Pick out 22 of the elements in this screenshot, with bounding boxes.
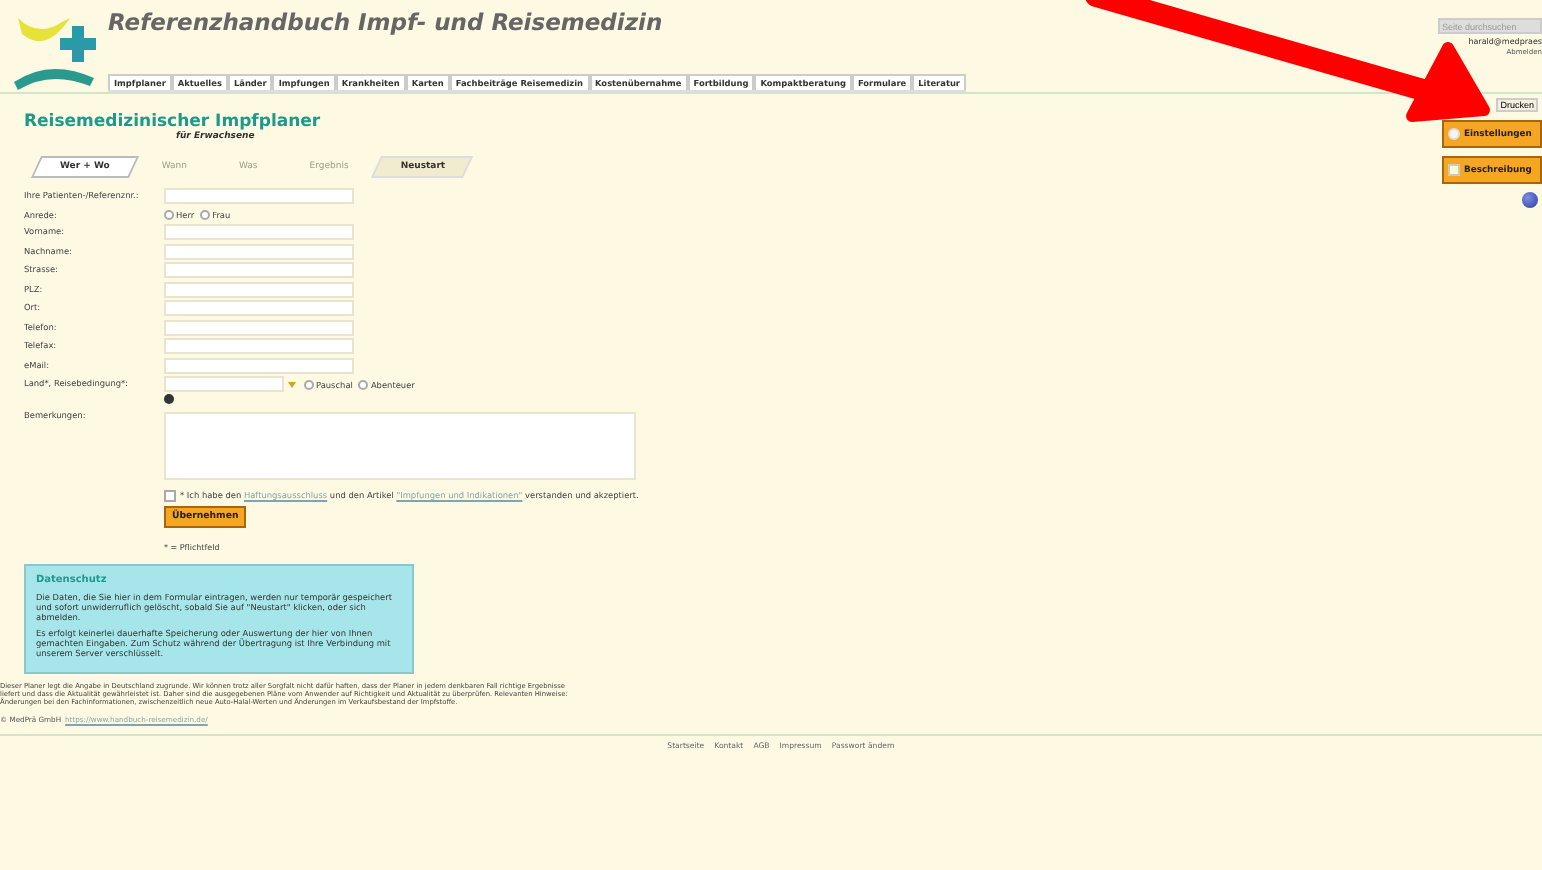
text-field[interactable] [164,300,354,316]
text-field[interactable] [164,243,354,259]
planner-title: Reisemedizinischer Impfplaner [24,112,323,132]
comments-field[interactable] [164,411,636,479]
checkbox[interactable] [164,489,176,501]
circle-icon [1448,128,1460,140]
radio-button[interactable] [164,209,174,219]
help-icon[interactable] [1522,192,1538,208]
dropdown-arrow-icon[interactable] [288,381,296,387]
text-field[interactable] [164,188,354,204]
text-field[interactable] [164,224,354,240]
text-field[interactable] [164,281,354,297]
text-field[interactable] [164,319,354,335]
radio-button[interactable] [358,379,369,389]
text-field[interactable] [164,338,354,354]
radio-button[interactable] [304,379,314,389]
text-field[interactable] [164,262,354,278]
document-icon [1448,164,1460,176]
site-title: Referenzhandbuch Impf- und Reisemedizin [108,8,665,40]
radio-button[interactable] [200,209,211,219]
text-field[interactable] [164,357,354,373]
add-icon[interactable] [164,394,174,404]
